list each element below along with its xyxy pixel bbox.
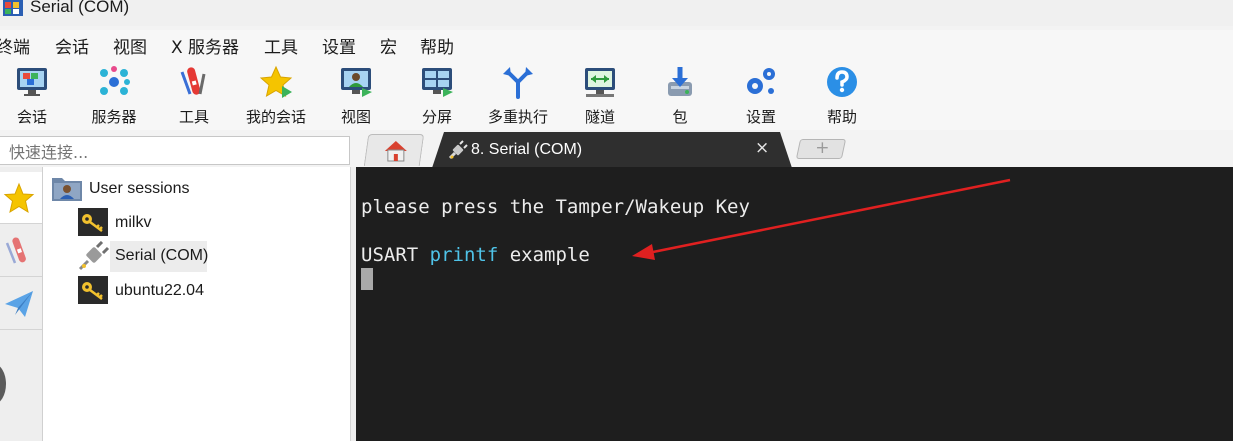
- menu-help[interactable]: 帮助: [420, 33, 454, 58]
- sessions-sidebar-tab[interactable]: [0, 172, 42, 224]
- session-tree: User sessions milkv Serial (COM) ubuntu2…: [43, 167, 350, 441]
- tunnel-monitor-icon: [585, 68, 615, 97]
- terminal[interactable]: please press the Tamper/Wakeup Key USART…: [356, 167, 1233, 441]
- session-label: 会话: [16, 108, 47, 126]
- toolbar: 会话 服务器 工具 我的会话 视图 分屏 多重执行 隧道 包 设置 帮助: [0, 58, 1233, 130]
- help-label: 帮助: [826, 108, 857, 126]
- tools-knife-icon: [180, 67, 206, 95]
- menu-macros[interactable]: 宏: [380, 33, 397, 58]
- tab-serial-com[interactable]: 8. Serial (COM) ×: [432, 132, 792, 168]
- multiexec-button[interactable]: 多重执行: [480, 62, 556, 126]
- quick-connect-input[interactable]: [0, 136, 350, 165]
- tree-item-serial-com[interactable]: Serial (COM): [78, 241, 228, 272]
- tools-sidebar-tab[interactable]: [0, 225, 42, 277]
- home-tab[interactable]: [363, 134, 425, 166]
- menu-tools[interactable]: 工具: [264, 33, 298, 58]
- session-monitor-icon: [17, 68, 47, 96]
- sftp-sidebar-tab[interactable]: [0, 278, 42, 330]
- ssh-key-icon: [78, 276, 108, 304]
- split-label: 分屏: [421, 108, 452, 126]
- tools-button[interactable]: 工具: [156, 62, 232, 126]
- packages-label: 包: [672, 108, 688, 126]
- tools-knife-icon: [5, 237, 26, 264]
- tools-label: 工具: [178, 108, 209, 126]
- tree-item-label: Serial (COM): [115, 247, 209, 264]
- terminal-line-1: please press the Tamper/Wakeup Key: [361, 196, 750, 218]
- serial-plug-icon: [78, 241, 110, 271]
- tree-item-ubuntu[interactable]: ubuntu22.04: [78, 276, 248, 306]
- terminal-line-2: USART printf example: [361, 244, 590, 266]
- servers-network-icon: [100, 66, 130, 95]
- menu-settings[interactable]: 设置: [322, 33, 356, 58]
- plus-icon: +: [815, 138, 830, 158]
- tree-root-label: User sessions: [89, 180, 190, 197]
- menu-view[interactable]: 视图: [113, 33, 147, 58]
- view-button[interactable]: 视图: [318, 62, 394, 126]
- tree-item-label: milkv: [115, 214, 152, 231]
- help-button[interactable]: 帮助: [804, 62, 880, 126]
- star-icon: [259, 65, 293, 98]
- servers-button[interactable]: 服务器: [76, 62, 152, 126]
- servers-label: 服务器: [91, 108, 137, 126]
- serial-plug-icon: [448, 140, 468, 160]
- menu-terminal[interactable]: 终端: [0, 33, 30, 58]
- view-label: 视图: [340, 108, 371, 126]
- folder-user-icon: [52, 178, 82, 201]
- mobaxterm-app-icon: [3, 0, 23, 16]
- tunnel-button[interactable]: 隧道: [562, 62, 638, 126]
- multiexec-fork-icon: [503, 67, 533, 99]
- star-icon: [3, 182, 35, 214]
- packages-download-icon: [668, 67, 692, 96]
- menu-sessions[interactable]: 会话: [55, 33, 89, 58]
- session-button[interactable]: 会话: [0, 62, 70, 126]
- packages-button[interactable]: 包: [642, 62, 718, 126]
- tab-title: 8. Serial (COM): [471, 141, 583, 158]
- my-sessions-button[interactable]: 我的会话: [238, 62, 314, 126]
- split-window-icon: [422, 68, 453, 97]
- terminal-cursor: [361, 268, 373, 290]
- terminal-keyword: printf: [429, 244, 499, 266]
- home-icon: [384, 141, 407, 162]
- terminal-text: USART: [361, 244, 430, 266]
- menu-xserver[interactable]: X 服务器: [171, 33, 239, 58]
- paper-plane-icon: [5, 291, 33, 317]
- tab-strip: 8. Serial (COM) × +: [352, 130, 1233, 168]
- tunnel-label: 隧道: [584, 108, 615, 126]
- gear-icon: [747, 68, 775, 94]
- help-question-icon: [827, 67, 857, 97]
- my-sessions-label: 我的会话: [245, 108, 306, 126]
- settings-label: 设置: [745, 108, 776, 126]
- side-strip: [0, 167, 43, 441]
- close-tab-icon[interactable]: ×: [755, 138, 769, 158]
- view-monitor-user-icon: [341, 68, 372, 97]
- tree-root-user-sessions[interactable]: User sessions: [51, 174, 251, 204]
- multiexec-label: 多重执行: [487, 108, 548, 126]
- terminal-text: example: [498, 244, 590, 266]
- ssh-key-icon: [78, 208, 108, 236]
- tree-item-label: ubuntu22.04: [115, 282, 204, 299]
- menu-bar: 终端 会话 视图 X 服务器 工具 设置 宏 帮助: [0, 30, 1233, 58]
- settings-button[interactable]: 设置: [723, 62, 799, 126]
- split-button[interactable]: 分屏: [399, 62, 475, 126]
- title-bar: Serial (COM): [0, 0, 1233, 26]
- new-tab-button[interactable]: +: [795, 138, 847, 159]
- window-title: Serial (COM): [30, 0, 130, 16]
- tree-item-milkv[interactable]: milkv: [78, 208, 228, 238]
